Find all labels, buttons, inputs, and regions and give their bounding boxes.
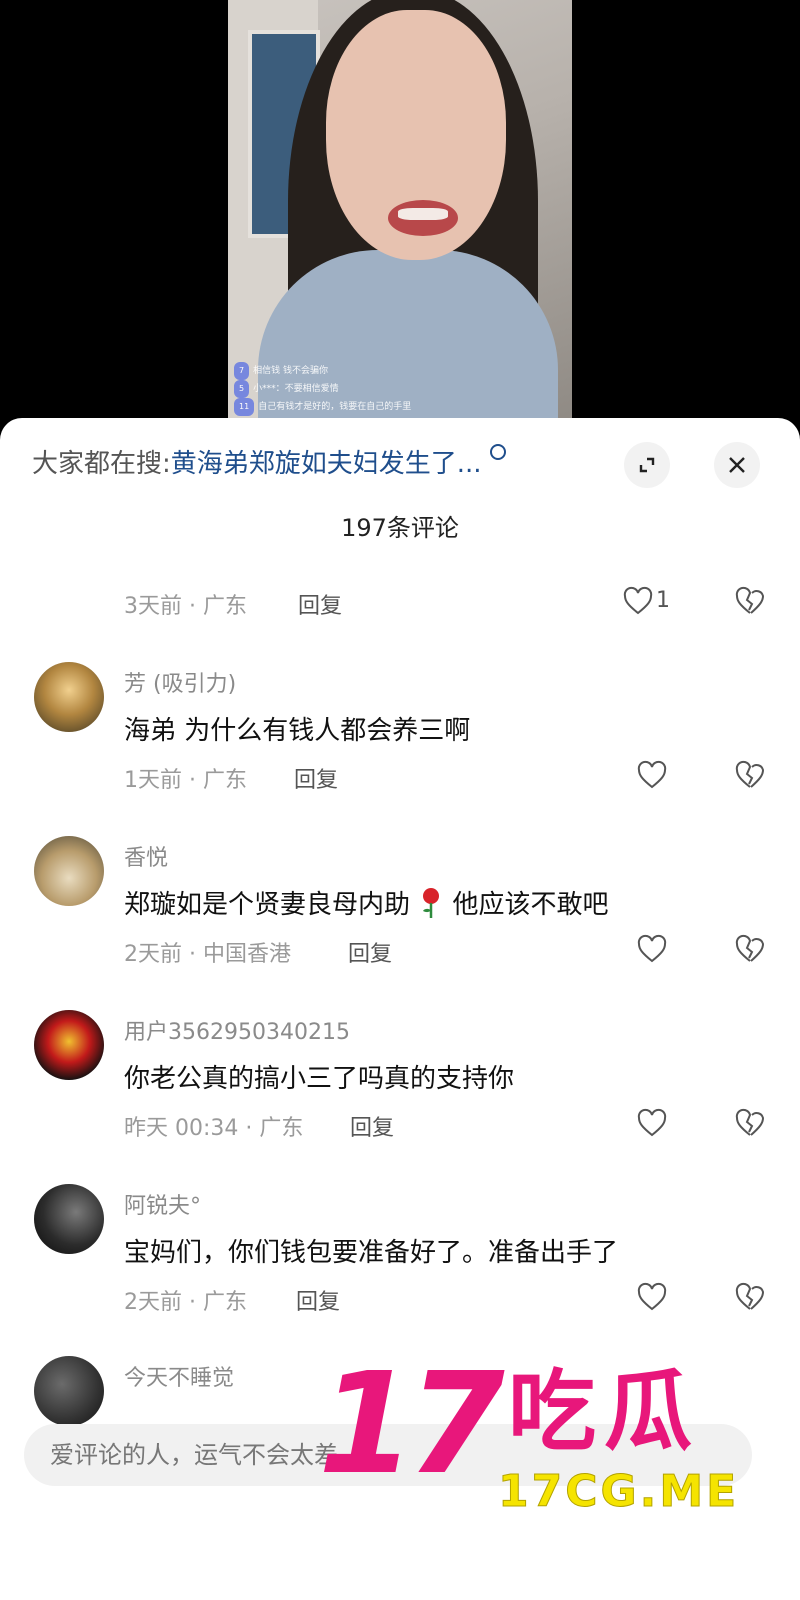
chat-message: 5 小***：不要相信爱情	[234, 380, 564, 398]
watermark-chinese: 吃瓜	[508, 1360, 701, 1463]
trending-search[interactable]: 大家都在搜:黄海弟郑旋如夫妇发生了...	[32, 444, 506, 484]
comment-text: 你老公真的搞小三了吗真的支持你	[124, 1064, 515, 1094]
like-count: 1	[656, 588, 670, 613]
reply-button[interactable]: 回复	[348, 936, 392, 968]
comment-username[interactable]: 阿锐夫°	[124, 1188, 201, 1220]
level-badge: 7	[234, 362, 250, 380]
comment-meta: 3天前 · 广东	[124, 594, 247, 619]
streamer-teeth	[398, 208, 448, 220]
comment-meta: 昨天 00:34 · 广东	[124, 1116, 304, 1141]
trending-search-label: 大家都在搜:	[32, 449, 171, 479]
close-icon	[729, 457, 745, 473]
comment-count: 197条评论	[341, 514, 459, 542]
chat-text: 相信钱 钱不会骗你	[253, 366, 328, 376]
level-badge: 5	[234, 380, 250, 398]
like-heart-icon[interactable]	[636, 934, 668, 964]
level-badge: 11	[234, 398, 255, 416]
comment-text: 宝妈们，你们钱包要准备好了。准备出手了	[124, 1238, 619, 1268]
trending-search-link[interactable]: 黄海弟郑旋如夫妇发生了...	[171, 449, 482, 479]
comment-text-part: 他应该不敢吧	[452, 890, 609, 920]
comment-text: 郑璇如是个贤妻良母内助 他应该不敢吧	[124, 884, 609, 921]
like-heart-icon[interactable]	[636, 760, 668, 790]
comment-username[interactable]: 香悦	[124, 840, 168, 872]
live-chat: 7 相信钱 钱不会骗你 5 小***：不要相信爱情 11 自己有钱才是好的，钱要在自己…	[234, 362, 564, 416]
dislike-broken-heart-icon[interactable]	[734, 934, 766, 964]
comment-meta: 2天前 · 中国香港	[124, 942, 291, 967]
user-avatar[interactable]	[34, 1010, 104, 1080]
comment-meta: 1天前 · 广东	[124, 768, 247, 793]
comment-username[interactable]: 芳 (吸引力)	[124, 666, 236, 698]
like-heart-icon[interactable]	[622, 586, 654, 616]
like-heart-icon[interactable]	[636, 1282, 668, 1312]
expand-icon	[639, 457, 655, 473]
watermark-domain: 17CG.ME	[497, 1466, 740, 1518]
comment-text-part: 郑璇如是个贤妻良母内助	[124, 890, 411, 920]
comment-meta: 2天前 · 广东	[124, 1290, 247, 1315]
chat-message: 7 相信钱 钱不会骗你	[234, 362, 564, 380]
chat-message: 11 自己有钱才是好的，钱要在自己的手里	[234, 398, 564, 416]
watermark-number: 17	[318, 1343, 505, 1506]
reply-button[interactable]: 回复	[298, 588, 342, 620]
reply-button[interactable]: 回复	[350, 1110, 394, 1142]
comment-input-placeholder: 爱评论的人，运气不会太差	[50, 1441, 338, 1469]
expand-button[interactable]	[624, 442, 670, 488]
dislike-broken-heart-icon[interactable]	[734, 1282, 766, 1312]
reply-button[interactable]: 回复	[294, 762, 338, 794]
dislike-broken-heart-icon[interactable]	[734, 1108, 766, 1138]
search-icon[interactable]	[489, 444, 506, 460]
user-avatar[interactable]	[34, 1184, 104, 1254]
dislike-broken-heart-icon[interactable]	[734, 760, 766, 790]
chat-text: 小***：不要相信爱情	[253, 384, 339, 394]
dislike-broken-heart-icon[interactable]	[734, 586, 766, 616]
user-avatar[interactable]	[34, 662, 104, 732]
close-button[interactable]	[714, 442, 760, 488]
rose-emoji-icon	[423, 888, 440, 918]
like-heart-icon[interactable]	[636, 1108, 668, 1138]
comment-username[interactable]: 今天不睡觉	[124, 1360, 234, 1392]
reply-button[interactable]: 回复	[296, 1284, 340, 1316]
live-video[interactable]: 7 相信钱 钱不会骗你 5 小***：不要相信爱情 11 自己有钱才是好的，钱要在自己…	[228, 0, 572, 430]
comment-text: 海弟 为什么有钱人都会养三啊	[124, 716, 471, 746]
comment-username[interactable]: 用户3562950340215	[124, 1014, 350, 1046]
user-avatar[interactable]	[34, 836, 104, 906]
user-avatar[interactable]	[34, 1356, 104, 1426]
chat-text: 自己有钱才是好的，钱要在自己的手里	[258, 402, 412, 412]
